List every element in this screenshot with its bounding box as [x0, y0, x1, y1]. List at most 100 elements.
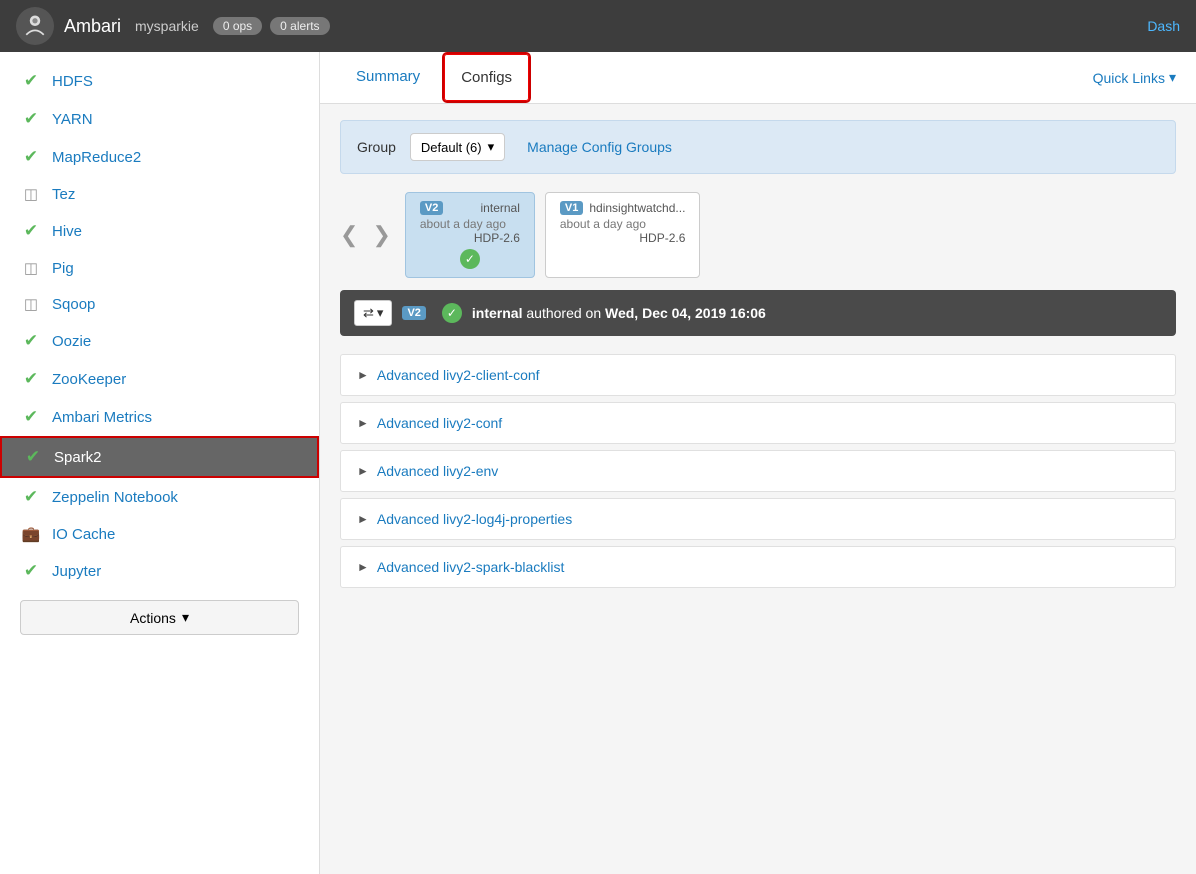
app-title: Ambari [64, 16, 121, 37]
sidebar-label-jupyter: Jupyter [52, 563, 101, 580]
dark-bar-text3: Wed, Dec 04, 2019 16:06 [605, 305, 766, 321]
accordion-arrow-adv-livy2-spark-blacklist: ► [357, 560, 369, 574]
main-layout: ✔HDFS✔YARN✔MapReduce2◫Tez✔Hive◫Pig◫Sqoop… [0, 52, 1196, 874]
accordion-item-adv-livy2-spark-blacklist: ► Advanced livy2-spark-blacklist [340, 546, 1176, 588]
green_check-icon: ✔ [20, 331, 42, 351]
sidebar-item-spark2[interactable]: ✔ Spark2 [0, 436, 319, 478]
sidebar-item-jupyter[interactable]: ✔ Jupyter [0, 552, 319, 590]
accordion-label-adv-livy2-log4j: Advanced livy2-log4j-properties [377, 511, 572, 527]
monitor-icon: ◫ [20, 295, 42, 313]
sidebar-item-ambari-metrics[interactable]: ✔ Ambari Metrics [0, 398, 319, 436]
accordion-header-adv-livy2-spark-blacklist[interactable]: ► Advanced livy2-spark-blacklist [341, 547, 1175, 587]
monitor-icon: ◫ [20, 185, 42, 203]
dark-bar-check: ✓ [442, 303, 462, 323]
alerts-badge[interactable]: 0 alerts [270, 17, 329, 35]
ver-check-icon: ✓ [460, 249, 480, 269]
accordion-header-adv-livy2-log4j[interactable]: ► Advanced livy2-log4j-properties [341, 499, 1175, 539]
green_check-icon: ✔ [20, 147, 42, 167]
sidebar-item-oozie[interactable]: ✔ Oozie [0, 322, 319, 360]
sidebar-label-oozie: Oozie [52, 333, 91, 350]
accordion-list: ► Advanced livy2-client-conf ► Advanced … [340, 354, 1176, 588]
sidebar-item-sqoop[interactable]: ◫ Sqoop [0, 286, 319, 322]
tab-configs[interactable]: Configs [444, 54, 529, 101]
sidebar-label-sqoop: Sqoop [52, 296, 95, 313]
quick-links-dropdown[interactable]: Quick Links ▾ [1093, 69, 1176, 86]
group-row: Group Default (6) ▾ Manage Config Groups [340, 120, 1176, 174]
accordion-item-adv-livy2-log4j: ► Advanced livy2-log4j-properties [340, 498, 1176, 540]
accordion-arrow-adv-livy2-log4j: ► [357, 512, 369, 526]
accordion-label-adv-livy2-spark-blacklist: Advanced livy2-spark-blacklist [377, 559, 565, 575]
sidebar-label-mapreduce2: MapReduce2 [52, 149, 141, 166]
ver-badge-1: V1 [560, 201, 583, 215]
cluster-name: mysparkie [135, 18, 199, 34]
accordion-item-adv-livy2-conf: ► Advanced livy2-conf [340, 402, 1176, 444]
green_check-icon: ✔ [22, 447, 44, 467]
sidebar-item-hive[interactable]: ✔ Hive [0, 212, 319, 250]
actions-label: Actions [130, 610, 176, 626]
monitor-icon: ◫ [20, 259, 42, 277]
green_check-icon: ✔ [20, 487, 42, 507]
main-content: Summary Configs Quick Links ▾ Group Defa… [320, 52, 1196, 874]
ops-badge[interactable]: 0 ops [213, 17, 262, 35]
accordion-label-adv-livy2-conf: Advanced livy2-conf [377, 415, 502, 431]
green_check-icon: ✔ [20, 407, 42, 427]
manage-config-groups-link[interactable]: Manage Config Groups [527, 139, 672, 155]
sidebar-label-spark2: Spark2 [54, 449, 102, 466]
shuffle-button[interactable]: ⇄ ▾ [354, 300, 392, 326]
sidebar-label-hive: Hive [52, 223, 82, 240]
accordion-header-adv-livy2-client-conf[interactable]: ► Advanced livy2-client-conf [341, 355, 1175, 395]
accordion-header-adv-livy2-env[interactable]: ► Advanced livy2-env [341, 451, 1175, 491]
green_check-icon: ✔ [20, 221, 42, 241]
tab-summary[interactable]: Summary [340, 54, 436, 101]
sidebar-label-pig: Pig [52, 260, 74, 277]
accordion-item-adv-livy2-client-conf: ► Advanced livy2-client-conf [340, 354, 1176, 396]
version-card-1[interactable]: V1 hdinsightwatchd... about a day ago HD… [545, 192, 701, 278]
actions-button[interactable]: Actions ▾ [20, 600, 299, 635]
dashboard-link[interactable]: Dash [1147, 18, 1180, 34]
accordion-header-adv-livy2-conf[interactable]: ► Advanced livy2-conf [341, 403, 1175, 443]
accordion-label-adv-livy2-env: Advanced livy2-env [377, 463, 498, 479]
ver-badge-0: V2 [420, 201, 443, 215]
sidebar-label-zeppelin: Zeppelin Notebook [52, 489, 178, 506]
accordion-item-adv-livy2-env: ► Advanced livy2-env [340, 450, 1176, 492]
dark-bar-text2: authored on [526, 305, 601, 321]
ver-time-1: about a day ago [560, 217, 686, 231]
group-select[interactable]: Default (6) ▾ [410, 133, 505, 161]
accordion-arrow-adv-livy2-env: ► [357, 464, 369, 478]
sidebar-label-tez: Tez [52, 186, 75, 203]
sidebar-item-pig[interactable]: ◫ Pig [0, 250, 319, 286]
group-label: Group [357, 139, 396, 155]
sidebar-item-tez[interactable]: ◫ Tez [0, 176, 319, 212]
sidebar-label-ambari-metrics: Ambari Metrics [52, 409, 152, 426]
next-version-arrow[interactable]: ❯ [372, 222, 390, 248]
sidebar-label-io-cache: IO Cache [52, 526, 115, 543]
green_check-icon: ✔ [20, 71, 42, 91]
ver-hdp-0: HDP-2.6 [420, 231, 520, 245]
sidebar-item-mapreduce2[interactable]: ✔ MapReduce2 [0, 138, 319, 176]
version-cards: V2 internal about a day ago HDP-2.6 ✓ V1… [405, 192, 701, 278]
app-logo [16, 7, 54, 45]
accordion-label-adv-livy2-client-conf: Advanced livy2-client-conf [377, 367, 540, 383]
sidebar-label-zookeeper: ZooKeeper [52, 371, 126, 388]
version-card-0[interactable]: V2 internal about a day ago HDP-2.6 ✓ [405, 192, 535, 278]
version-dark-bar: ⇄ ▾ V2 ✓ internal authored on Wed, Dec 0… [340, 290, 1176, 336]
actions-arrow-icon: ▾ [182, 609, 189, 626]
top-navbar: Ambari mysparkie 0 ops 0 alerts Dash [0, 0, 1196, 52]
ver-time-0: about a day ago [420, 217, 520, 231]
green_check-icon: ✔ [20, 109, 42, 129]
version-carousel: ❮ ❯ V2 internal about a day ago HDP-2.6 … [340, 192, 1176, 278]
prev-version-arrow[interactable]: ❮ [340, 222, 358, 248]
ver-tag-0: internal [481, 201, 520, 215]
sidebar-item-zookeeper[interactable]: ✔ZooKeeper [0, 360, 319, 398]
sidebar-item-zeppelin[interactable]: ✔ Zeppelin Notebook [0, 478, 319, 516]
accordion-arrow-adv-livy2-conf: ► [357, 416, 369, 430]
sidebar-item-io-cache[interactable]: 💼 IO Cache [0, 516, 319, 552]
sidebar-item-yarn[interactable]: ✔YARN [0, 100, 319, 138]
accordion-arrow-adv-livy2-client-conf: ► [357, 368, 369, 382]
briefcase-icon: 💼 [20, 525, 42, 543]
sidebar-item-hdfs[interactable]: ✔ HDFS [0, 62, 319, 100]
dark-bar-version-badge: V2 [402, 306, 425, 320]
ver-tag-1: hdinsightwatchd... [589, 201, 685, 215]
sidebar-label-hdfs: HDFS [52, 73, 93, 90]
green_check-icon: ✔ [20, 561, 42, 581]
